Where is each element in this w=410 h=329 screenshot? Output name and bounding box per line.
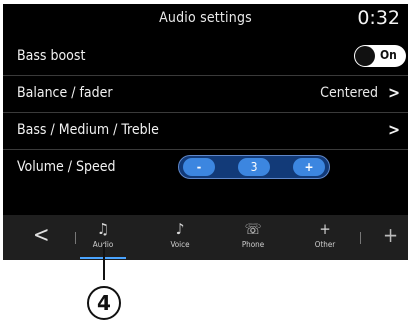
callout-leader-line xyxy=(103,244,105,280)
bass-boost-toggle[interactable]: On xyxy=(354,45,406,67)
tab-voice-label: Voice xyxy=(170,240,190,249)
bass-medium-treble-label: Bass / Medium / Treble xyxy=(17,122,159,138)
decrease-button[interactable]: - xyxy=(183,158,215,176)
nav-separator xyxy=(360,232,361,244)
balance-fader-value: Centered xyxy=(320,85,378,101)
add-icon[interactable]: + xyxy=(383,223,398,247)
clock: 0:32 xyxy=(357,7,400,29)
tab-phone[interactable]: ☏ Phone xyxy=(228,219,278,249)
plus-icon: + xyxy=(319,220,331,238)
tab-phone-label: Phone xyxy=(241,240,265,249)
toggle-knob xyxy=(355,46,375,66)
volume-speed-row: Volume / Speed - 3 + xyxy=(3,149,408,186)
toggle-on-label: On xyxy=(380,48,397,62)
voice-icon: ♪ xyxy=(175,220,185,238)
tab-other-label: Other xyxy=(314,240,336,249)
volume-speed-stepper: - 3 + xyxy=(178,155,330,179)
chevron-right-icon: > xyxy=(387,83,400,102)
bass-boost-label: Bass boost xyxy=(17,48,86,64)
callout-number: 4 xyxy=(87,286,121,320)
music-note-icon: ♫ xyxy=(96,220,110,238)
screen-title: Audio settings xyxy=(159,10,252,26)
tab-voice[interactable]: ♪ Voice xyxy=(155,219,205,249)
volume-speed-label: Volume / Speed xyxy=(17,159,116,175)
balance-fader-row[interactable]: Balance / fader Centered > xyxy=(3,75,408,112)
chevron-right-icon: > xyxy=(387,120,400,139)
bottom-navbar: < ♫ Audio ♪ Voice ☏ Phone + Other + xyxy=(3,215,408,260)
infotainment-screen: Audio settings 0:32 Bass boost On Balanc… xyxy=(3,4,408,260)
nav-separator xyxy=(75,232,76,244)
volume-speed-value: 3 xyxy=(238,158,270,176)
bass-boost-row[interactable]: Bass boost On xyxy=(3,39,408,75)
increase-button[interactable]: + xyxy=(293,158,325,176)
balance-fader-label: Balance / fader xyxy=(17,85,113,101)
settings-list: Bass boost On Balance / fader Centered >… xyxy=(3,39,408,186)
phone-icon: ☏ xyxy=(244,220,262,238)
tab-other[interactable]: + Other xyxy=(300,219,350,249)
back-arrow-icon[interactable]: < xyxy=(33,223,50,248)
bass-medium-treble-row[interactable]: Bass / Medium / Treble > xyxy=(3,112,408,149)
